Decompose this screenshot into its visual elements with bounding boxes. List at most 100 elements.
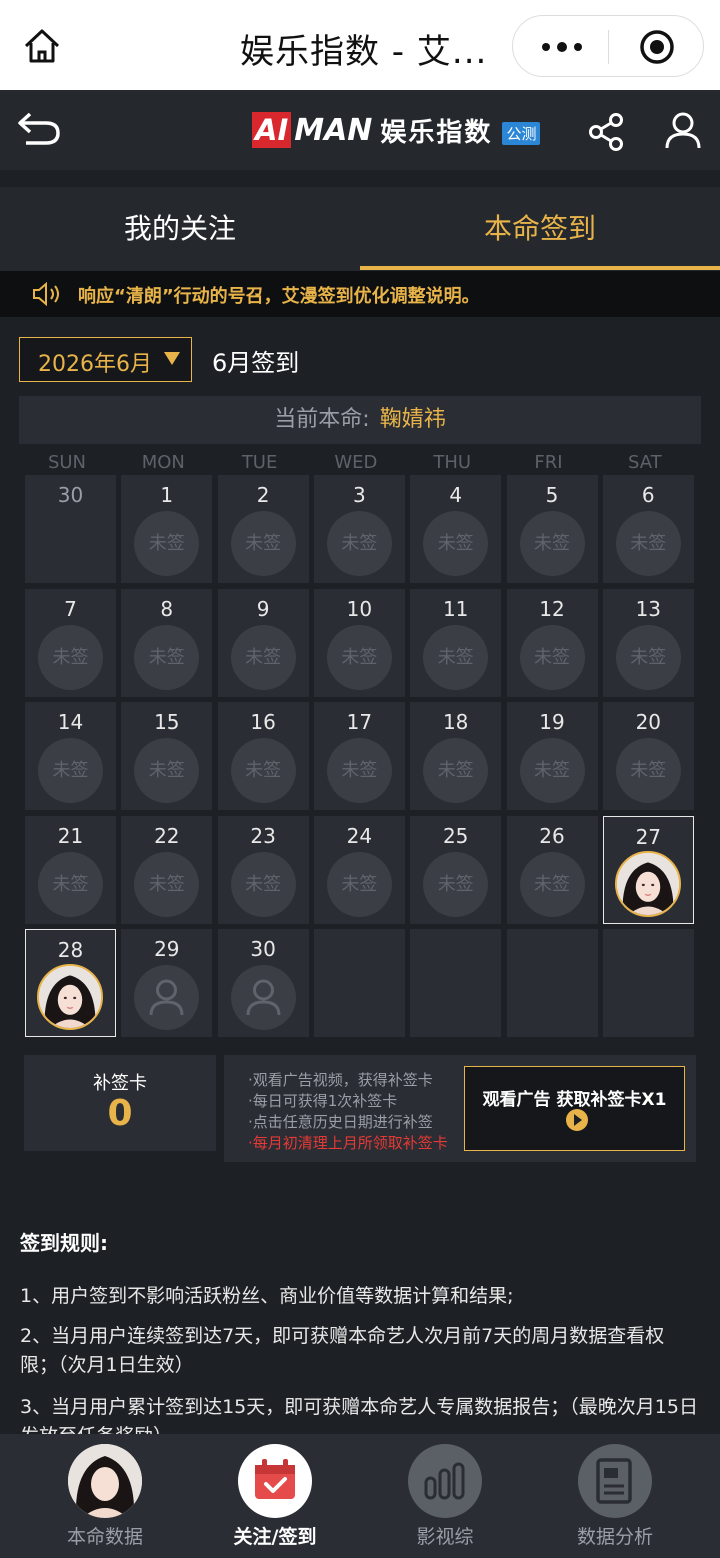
unsigned-badge: 未签 bbox=[519, 511, 585, 576]
day-number: 21 bbox=[57, 823, 84, 848]
calendar-day-cell[interactable]: 18 未签 bbox=[410, 702, 502, 811]
page-title: 娱乐指数 - 艾... bbox=[240, 32, 488, 72]
calendar-day-cell[interactable]: 13 未签 bbox=[602, 588, 694, 697]
nav-label: 影视综 bbox=[416, 1526, 474, 1548]
unsigned-badge: 未签 bbox=[615, 511, 681, 576]
day-number: 4 bbox=[449, 483, 463, 507]
calendar-day-cell[interactable]: 5 未签 bbox=[506, 475, 598, 583]
calendar-day-cell[interactable]: 25 未签 bbox=[410, 815, 502, 924]
calendar-check-icon bbox=[255, 1459, 295, 1499]
capsule-menu bbox=[512, 15, 704, 77]
calendar-day-cell[interactable]: 26 未签 bbox=[506, 815, 598, 924]
day-number: 15 bbox=[154, 710, 180, 735]
calendar-day-cell[interactable]: 15 未签 bbox=[121, 702, 213, 811]
calendar-day-cell[interactable]: 30 bbox=[217, 929, 309, 1038]
unsigned-badge: 未签 bbox=[326, 624, 392, 690]
calendar-day-cell[interactable]: 6 未签 bbox=[602, 475, 694, 583]
calendar-day-cell[interactable]: 27 bbox=[602, 815, 694, 924]
nav-data-analysis[interactable]: 数据分析 bbox=[530, 1434, 700, 1558]
nav-icon-circle bbox=[578, 1444, 652, 1518]
unsigned-badge: 未签 bbox=[423, 738, 489, 804]
weekday-label: FRI bbox=[534, 452, 563, 473]
notice-text[interactable]: 响应“清朗”行动的号召，艾漫签到优化调整说明。 bbox=[78, 282, 480, 308]
makeup-info-line: ·每日可获得1次补签卡 bbox=[248, 1092, 398, 1110]
nav-label: 本命数据 bbox=[66, 1526, 143, 1548]
calendar-day-cell[interactable]: 10 未签 bbox=[313, 588, 405, 697]
calendar-day-cell[interactable]: 29 bbox=[121, 929, 213, 1038]
share-icon[interactable] bbox=[588, 112, 626, 152]
calendar-day-cell[interactable]: 28 bbox=[25, 929, 116, 1038]
target-icon[interactable] bbox=[639, 29, 675, 65]
unsigned-badge: 未签 bbox=[423, 624, 489, 690]
tab-checkin[interactable]: 本命签到 bbox=[360, 187, 720, 271]
rule-item: 1、用户签到不影响活跃粉丝、商业价值等数据计算和结果; bbox=[20, 1285, 514, 1307]
more-dots-icon[interactable] bbox=[537, 34, 587, 60]
user-icon[interactable] bbox=[664, 110, 702, 150]
calendar-day-cell[interactable]: 17 未签 bbox=[313, 702, 405, 811]
person-placeholder-icon bbox=[230, 965, 296, 1031]
calendar-day-cell[interactable]: 24 未签 bbox=[313, 815, 405, 924]
calendar-day-cell[interactable]: 12 未签 bbox=[506, 588, 598, 697]
calendar-day-cell[interactable]: 30 bbox=[25, 475, 116, 583]
calendar-day-cell[interactable]: 2 未签 bbox=[217, 475, 309, 583]
speaker-icon bbox=[33, 282, 59, 306]
month-select[interactable]: 2026年6月 bbox=[19, 337, 192, 382]
calendar-day-cell[interactable]: 21 未签 bbox=[25, 815, 116, 924]
unsigned-badge: 未签 bbox=[423, 511, 489, 576]
calendar-day-cell bbox=[506, 929, 598, 1038]
day-number: 30 bbox=[250, 937, 276, 962]
tab-bar: 我的关注 本命签到 bbox=[0, 187, 720, 271]
unsigned-badge: 未签 bbox=[519, 738, 585, 804]
day-number: 7 bbox=[64, 596, 77, 621]
unsigned-badge: 未签 bbox=[230, 624, 296, 690]
calendar-day-cell[interactable]: 4 未签 bbox=[410, 475, 502, 583]
weekday-label: MON bbox=[141, 452, 185, 473]
unsigned-badge: 未签 bbox=[615, 624, 681, 690]
calendar-day-cell bbox=[313, 929, 405, 1038]
calendar-day-cell[interactable]: 16 未签 bbox=[217, 702, 309, 811]
day-number: 11 bbox=[442, 596, 469, 621]
beta-badge: 公测 bbox=[502, 121, 541, 145]
unsigned-badge: 未签 bbox=[230, 511, 296, 576]
calendar-day-cell[interactable]: 19 未签 bbox=[506, 702, 598, 811]
watch-ad-button[interactable]: 观看广告 获取补签卡X1 bbox=[464, 1066, 685, 1151]
calendar-day-cell[interactable]: 1 未签 bbox=[121, 475, 213, 583]
logo-ai: AI bbox=[252, 112, 292, 148]
nav-idol-data[interactable]: 本命数据 bbox=[20, 1434, 190, 1558]
calendar-day-cell[interactable]: 22 未签 bbox=[121, 815, 213, 924]
calendar-day-cell[interactable]: 3 未签 bbox=[313, 475, 405, 583]
day-number: 14 bbox=[57, 710, 84, 735]
day-number: 10 bbox=[346, 596, 373, 621]
tab-my-follow[interactable]: 我的关注 bbox=[0, 187, 360, 271]
makeup-card-label: 补签卡 bbox=[93, 1073, 147, 1094]
nav-icon-circle bbox=[238, 1444, 312, 1518]
unsigned-badge: 未签 bbox=[134, 738, 200, 804]
nav-film-variety[interactable]: 影视综 bbox=[360, 1434, 530, 1558]
back-icon[interactable] bbox=[16, 108, 62, 148]
calendar-day-cell[interactable]: 11 未签 bbox=[410, 588, 502, 697]
weekday-label: WED bbox=[334, 452, 378, 473]
checked-in-avatar bbox=[614, 850, 681, 917]
current-idol-name: 鞠婧祎 bbox=[379, 407, 446, 432]
calendar-day-cell[interactable]: 8 未签 bbox=[121, 588, 213, 697]
unsigned-badge: 未签 bbox=[326, 851, 392, 917]
day-number: 27 bbox=[635, 824, 662, 849]
makeup-card-count: 0 bbox=[107, 1093, 133, 1134]
watch-ad-label: 观看广告 获取补签卡X1 bbox=[482, 1090, 667, 1110]
home-icon[interactable] bbox=[22, 26, 62, 66]
unsigned-badge: 未签 bbox=[230, 851, 296, 917]
day-number: 28 bbox=[57, 938, 84, 963]
calendar-day-cell[interactable]: 23 未签 bbox=[217, 815, 309, 924]
calendar-day-cell[interactable]: 7 未签 bbox=[25, 588, 116, 697]
nav-follow-checkin[interactable]: 关注/签到 bbox=[190, 1434, 360, 1558]
checked-in-avatar bbox=[37, 964, 103, 1031]
report-icon bbox=[596, 1458, 632, 1504]
day-number: 25 bbox=[442, 823, 469, 848]
calendar-day-cell[interactable]: 9 未签 bbox=[217, 588, 309, 697]
makeup-info-line: ·点击任意历史日期进行补签 bbox=[248, 1113, 433, 1131]
notice-bar[interactable]: 响应“清朗”行动的号召，艾漫签到优化调整说明。 bbox=[0, 271, 720, 317]
calendar-day-cell[interactable]: 20 未签 bbox=[602, 702, 694, 811]
calendar-day-cell[interactable]: 14 未签 bbox=[25, 702, 116, 811]
unsigned-badge: 未签 bbox=[423, 851, 489, 917]
makeup-card-box: 补签卡 0 bbox=[24, 1055, 216, 1151]
